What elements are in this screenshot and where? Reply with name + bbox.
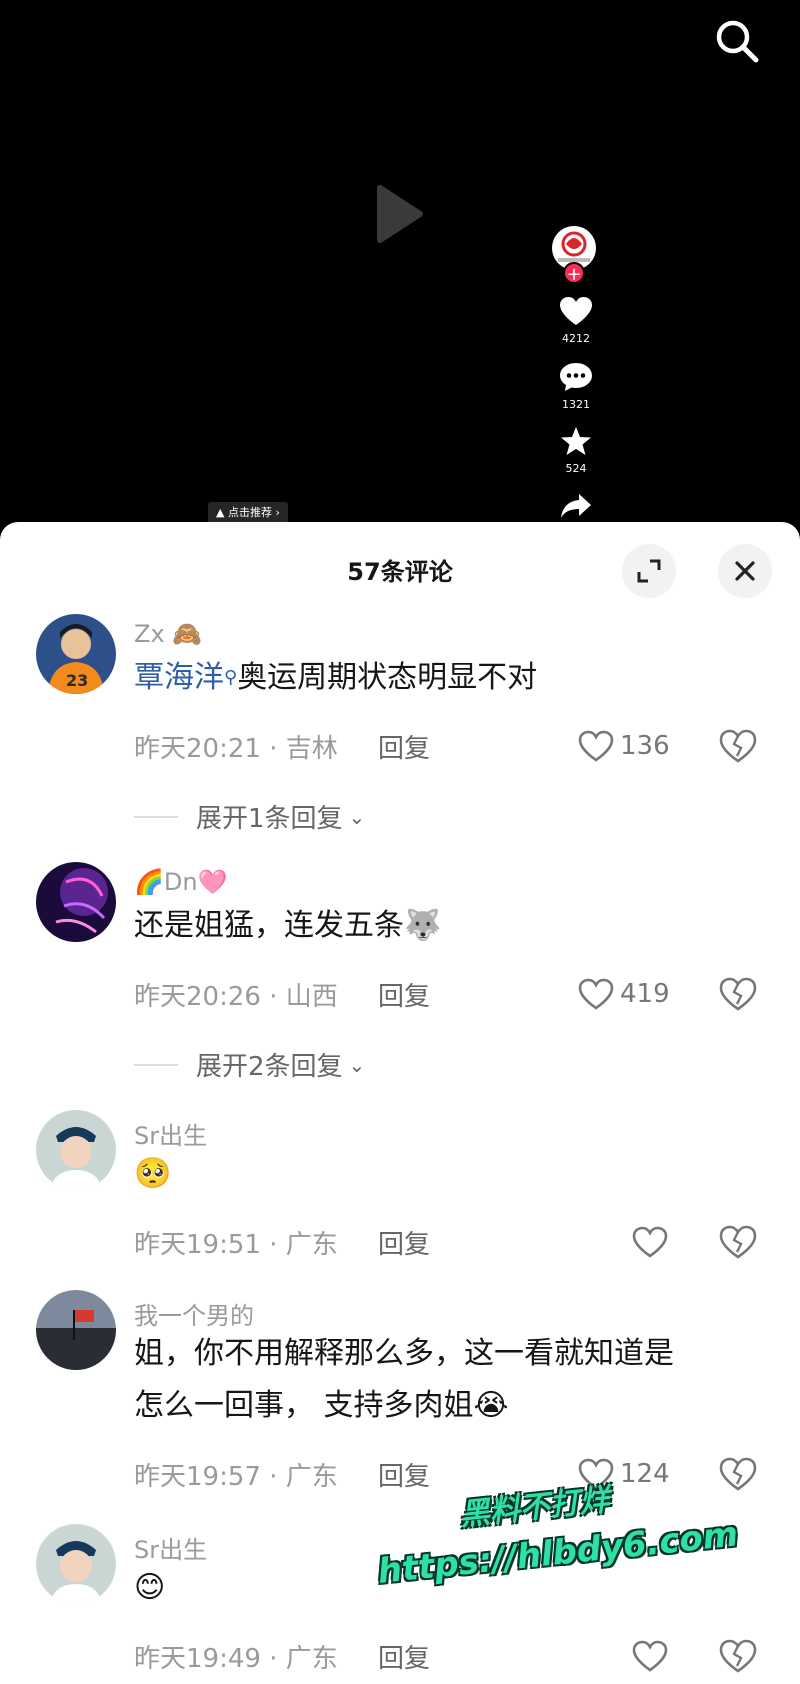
star-icon [561,427,591,455]
comment-like-button[interactable] [632,1636,674,1676]
broken-heart-icon [719,729,757,763]
play-button[interactable] [374,184,424,244]
pink-heart-emoji-icon: 🩷 [197,868,228,896]
dislike-button[interactable] [718,1454,758,1494]
comment-like-button[interactable]: 136 [578,726,670,766]
comment-username[interactable]: Zx 🙈 [134,620,202,648]
close-icon [735,561,755,581]
broken-heart-icon [719,1457,757,1491]
comment-action[interactable]: 1321 [548,362,604,411]
like-count: 136 [620,731,670,761]
heart-icon [632,1226,668,1258]
avatar[interactable] [36,862,116,942]
monkey-emoji-icon: 🙈 [172,620,203,648]
like-count: 419 [620,979,670,1009]
reply-button[interactable]: 回复 [378,1456,430,1493]
crying-face-emoji-icon: 😭 [473,1388,509,1423]
dislike-button[interactable] [718,726,758,766]
comment-count: 1321 [562,398,590,411]
search-button[interactable] [712,16,762,66]
husky-emoji-icon: 🐺 [404,908,442,943]
comment-username[interactable]: 🌈Dn🩷 [134,868,227,896]
comment-text-line2: 怎么一回事， 支持多肉姐😭 [134,1388,509,1423]
expand-replies-button[interactable]: 展开2条回复 ⌄ [134,1046,365,1083]
comment-meta: 昨天20:21 · 吉林 [134,734,338,764]
comments-sheet: 57条评论 23 Zx 🙈 覃海洋⚲奥运周期状态明显不对 昨天20:21 · 吉… [0,522,800,1684]
avatar[interactable]: 23 [36,614,116,694]
heart-icon [578,730,614,762]
rainbow-emoji-icon: 🌈 [134,868,164,896]
reply-button[interactable]: 回复 [378,1224,430,1261]
comment-text: 😊 [134,1562,165,1614]
thumbs-up-icon: ▲ [216,506,225,519]
comment-text-line1: 姐，你不用解释那么多，这一看就知道是 [134,1336,674,1371]
avatar[interactable] [36,1110,116,1190]
play-icon [377,185,423,243]
chevron-right-icon: › [275,506,280,519]
comment-bubble-icon [560,363,592,391]
recommend-label: 点击推荐 [227,506,272,519]
dislike-button[interactable] [718,1222,758,1262]
reply-button[interactable]: 回复 [378,976,430,1013]
comment-like-button[interactable] [632,1222,674,1262]
comment-meta: 昨天19:57 · 广东 [134,1462,338,1492]
broken-heart-icon [719,1225,757,1259]
comment-username[interactable]: Sr出生 [134,1116,207,1151]
broken-heart-icon [719,1639,757,1673]
comments-title: 57条评论 [347,558,453,586]
share-arrow-icon [561,494,591,518]
pleading-face-emoji-icon: 🥺 [134,1156,172,1191]
reply-button[interactable]: 回复 [378,1638,430,1675]
like-action[interactable]: 4212 [548,296,604,345]
close-sheet-button[interactable] [718,544,772,598]
avatar[interactable] [36,1290,116,1370]
chevron-down-icon: ⌄ [348,804,366,829]
comment-username[interactable]: Sr出生 [134,1530,207,1565]
like-count: 4212 [562,332,590,345]
comment-meta: 昨天19:49 · 广东 [134,1644,338,1674]
dislike-button[interactable] [718,974,758,1014]
comment-like-button[interactable]: 419 [578,974,670,1014]
broken-heart-icon [719,977,757,1011]
expand-corners-icon [637,559,661,583]
heart-icon [632,1640,668,1672]
comment-text: 🥺 [134,1148,171,1200]
comment-text: 覃海洋⚲奥运周期状态明显不对 [134,660,538,695]
video-player[interactable]: + 4212 1321 524 ▲ 点击推荐 › [0,0,800,540]
heart-icon [578,978,614,1010]
favorite-action[interactable]: 524 [548,426,604,475]
comment-meta: 昨天20:26 · 山西 [134,982,338,1012]
chevron-down-icon: ⌄ [348,1052,366,1077]
avatar[interactable] [36,1524,116,1604]
comment-meta: 昨天19:51 · 广东 [134,1230,338,1260]
recommend-pill[interactable]: ▲ 点击推荐 › [208,502,288,524]
share-action[interactable] [548,492,604,524]
search-icon [716,20,759,63]
svg-text:23: 23 [66,671,88,690]
dislike-button[interactable] [718,1636,758,1676]
like-count: 124 [620,1459,670,1489]
smiling-face-emoji-icon: 😊 [134,1570,166,1605]
expand-replies-button[interactable]: 展开1条回复 ⌄ [134,798,365,835]
mention-link[interactable]: 覃海洋⚲ [134,660,237,695]
follow-button[interactable]: + [563,262,585,285]
reply-button[interactable]: 回复 [378,728,430,765]
search-mini-icon: ⚲ [224,667,238,688]
heart-icon [560,297,592,325]
comment-username[interactable]: 我一个男的 [134,1296,254,1331]
favorite-count: 524 [565,462,587,475]
expand-sheet-button[interactable] [622,544,676,598]
comment-text: 还是姐猛，连发五条🐺 [134,908,442,943]
